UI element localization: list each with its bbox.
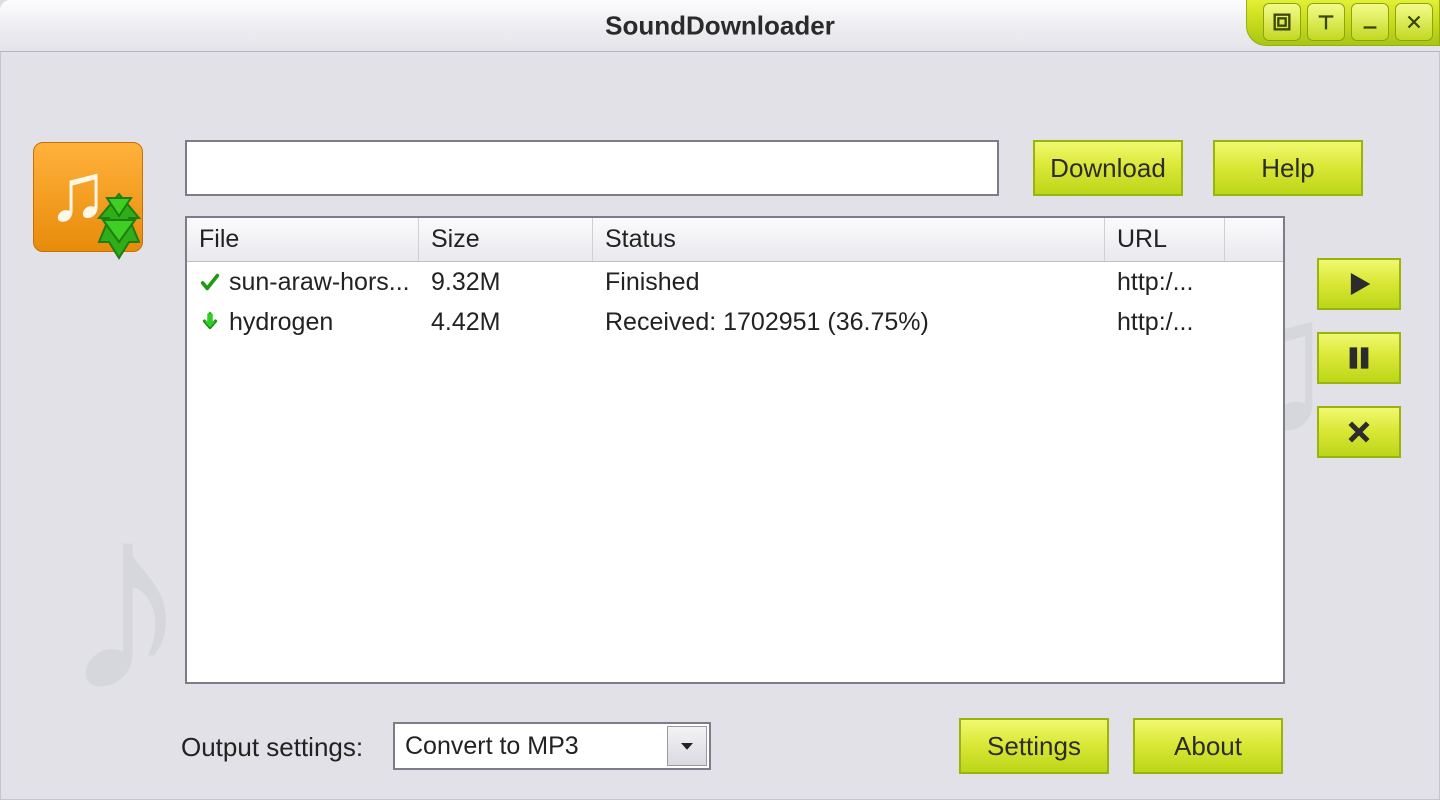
- download-button[interactable]: Download: [1033, 140, 1183, 196]
- window-controls: [1246, 0, 1440, 46]
- cell-size: 9.32M: [419, 266, 593, 299]
- column-header-status[interactable]: Status: [593, 218, 1105, 261]
- background-note-icon: ♪: [61, 452, 191, 751]
- check-icon: [199, 271, 221, 293]
- url-input[interactable]: [185, 140, 999, 196]
- table-body: sun-araw-hors... 9.32M Finished http:/..…: [187, 262, 1283, 342]
- close-icon: [1344, 417, 1374, 447]
- cell-file: hydrogen: [229, 308, 333, 337]
- table-row[interactable]: hydrogen 4.42M Received: 1702951 (36.75%…: [187, 302, 1283, 342]
- downloading-icon: [199, 311, 221, 333]
- column-header-file[interactable]: File: [187, 218, 419, 261]
- column-header-size[interactable]: Size: [419, 218, 593, 261]
- settings-button[interactable]: Settings: [959, 718, 1109, 774]
- window-pin-icon[interactable]: [1307, 3, 1345, 41]
- cell-url: http:/...: [1105, 306, 1225, 339]
- dropdown-button[interactable]: [667, 726, 707, 766]
- window-restore-icon[interactable]: [1263, 3, 1301, 41]
- pause-icon: [1344, 343, 1374, 373]
- downloads-table: File Size Status URL sun-araw-hors... 9.…: [185, 216, 1285, 684]
- column-header-spacer: [1225, 218, 1283, 261]
- output-format-value: Convert to MP3: [405, 732, 579, 761]
- cell-status: Received: 1702951 (36.75%): [593, 306, 1105, 339]
- title-bar: SoundDownloader: [0, 0, 1440, 52]
- table-row[interactable]: sun-araw-hors... 9.32M Finished http:/..…: [187, 262, 1283, 302]
- play-button[interactable]: [1317, 258, 1401, 310]
- output-format-select[interactable]: Convert to MP3: [393, 722, 711, 770]
- client-area: ♪ ♫ ♫ Download Help File Size Status URL: [0, 52, 1440, 800]
- window-close-icon[interactable]: [1395, 3, 1433, 41]
- output-settings-label: Output settings:: [181, 732, 363, 763]
- cell-status: Finished: [593, 266, 1105, 299]
- cell-size: 4.42M: [419, 306, 593, 339]
- cell-url: http:/...: [1105, 266, 1225, 299]
- column-header-url[interactable]: URL: [1105, 218, 1225, 261]
- app-logo: ♫: [33, 142, 143, 252]
- table-header-row: File Size Status URL: [187, 218, 1283, 262]
- window-title: SoundDownloader: [605, 10, 835, 41]
- about-button[interactable]: About: [1133, 718, 1283, 774]
- window-minimize-icon[interactable]: [1351, 3, 1389, 41]
- pause-button[interactable]: [1317, 332, 1401, 384]
- download-arrow-icon: [89, 192, 149, 262]
- play-icon: [1344, 269, 1374, 299]
- cancel-button[interactable]: [1317, 406, 1401, 458]
- cell-file: sun-araw-hors...: [229, 268, 410, 297]
- chevron-down-icon: [678, 737, 696, 755]
- help-button[interactable]: Help: [1213, 140, 1363, 196]
